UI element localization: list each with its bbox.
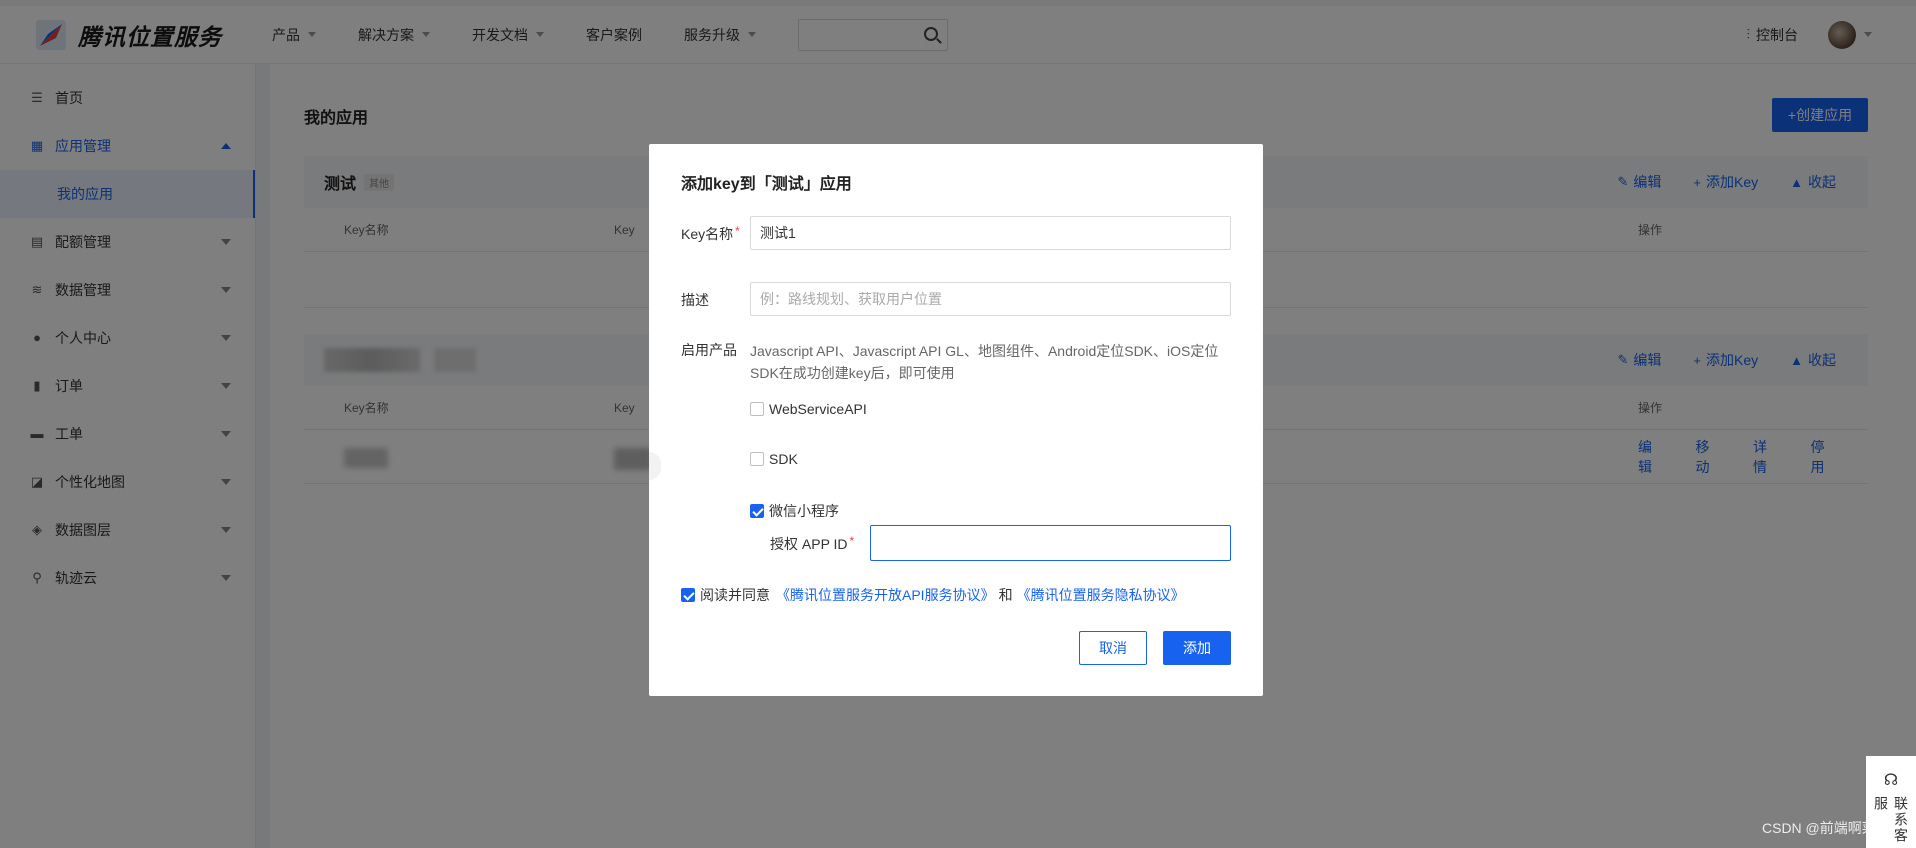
app-id-input[interactable] [870,525,1231,561]
checkbox-wechat-miniprogram[interactable]: 微信小程序 [750,501,839,521]
watermark: CSDN @前端啊菜 [1762,820,1876,836]
products-label: 启用产品 [681,342,737,358]
products-description: Javascript API、Javascript API GL、地图组件、An… [750,343,1219,381]
privacy-agreement-link[interactable]: 《腾讯位置服务隐私协议》 [1017,585,1185,605]
contact-service-button[interactable]: ☊ 联系客服 [1866,756,1916,848]
checkbox-unchecked-icon[interactable] [750,452,764,466]
checkbox-sdk[interactable]: SDK [750,451,798,467]
description-label: 描述 [681,292,709,308]
checkbox-unchecked-icon[interactable] [750,402,764,416]
agreement-row[interactable]: 阅读并同意 《腾讯位置服务开放API服务协议》 和 《腾讯位置服务隐私协议》 [681,585,1185,605]
checkbox-checked-icon[interactable] [750,504,764,518]
add-button[interactable]: 添加 [1163,631,1231,665]
headset-icon: ☊ [1883,772,1899,789]
cancel-button[interactable]: 取消 [1079,631,1147,665]
key-name-label: Key名称 * [681,224,740,242]
required-mark: * [849,534,855,548]
required-mark: * [735,224,740,238]
description-input[interactable] [750,282,1231,316]
service-agreement-link[interactable]: 《腾讯位置服务开放API服务协议》 [776,585,995,605]
key-name-input[interactable] [750,216,1231,250]
checkbox-webservice-api[interactable]: WebServiceAPI [750,401,867,417]
add-key-dialog: 添加key到「测试」应用 Key名称* 描述 启用产品 Javascript A… [649,144,1263,696]
checkbox-checked-icon[interactable] [681,588,695,602]
dialog-title: 添加key到「测试」应用 [681,176,852,193]
app-id-label: 授权 APP ID * [770,534,855,552]
